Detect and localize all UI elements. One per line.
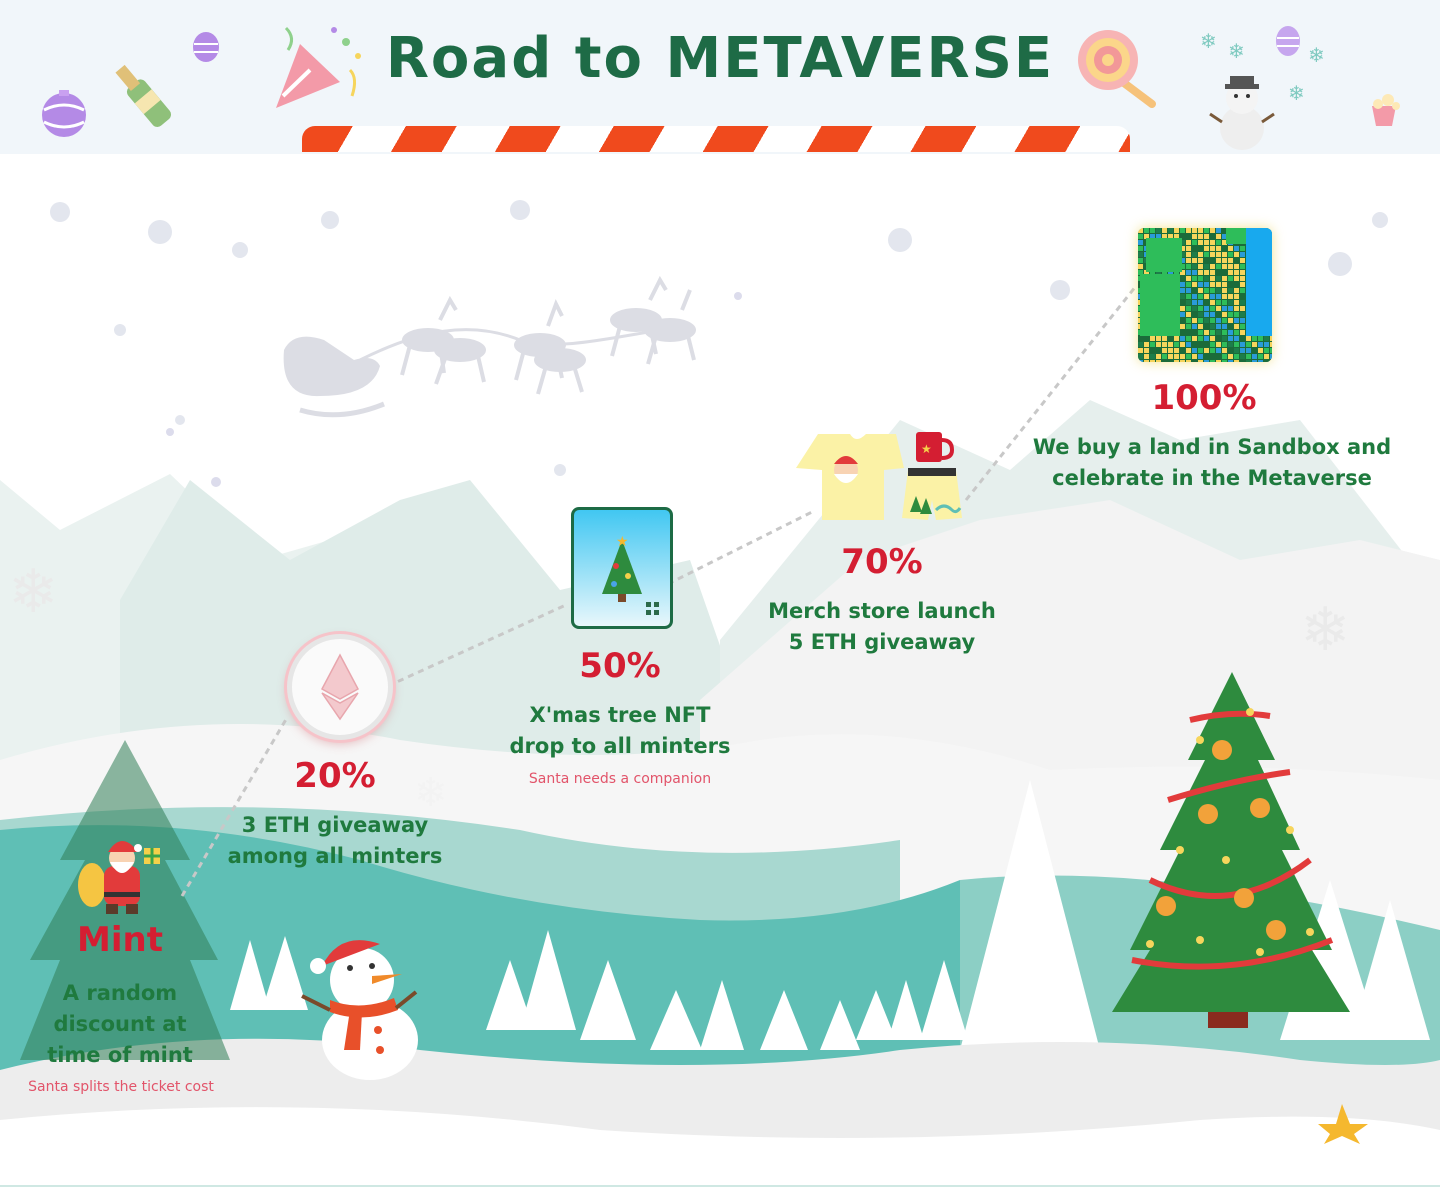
milestone-desc-line: among all minters bbox=[227, 844, 443, 868]
milestone-50-note: Santa needs a companion bbox=[528, 771, 712, 787]
milestone-desc-line: 3 ETH giveaway bbox=[241, 813, 429, 837]
xmas-tree-nft-card: ★ bbox=[571, 507, 673, 629]
svg-text:★: ★ bbox=[921, 442, 932, 456]
svg-text:❄: ❄ bbox=[8, 557, 58, 627]
sleigh-icon bbox=[283, 275, 696, 418]
qr-code-icon bbox=[646, 602, 659, 615]
milestone-70-description: Merch store launch 5 ETH giveaway bbox=[742, 596, 1022, 658]
candy-cane-stripe bbox=[302, 126, 1130, 152]
milestone-100-percent: 100% bbox=[1151, 378, 1257, 418]
milestone-desc-line: drop to all minters bbox=[509, 734, 731, 758]
ethereum-badge bbox=[287, 634, 393, 740]
popcorn-icon bbox=[1372, 94, 1400, 126]
milestone-70-percent: 70% bbox=[841, 542, 923, 582]
mint-desc-line: A random bbox=[62, 981, 178, 1005]
mint-desc-line: discount at bbox=[53, 1012, 187, 1036]
milestone-desc-line: celebrate in the Metaverse bbox=[1052, 466, 1372, 490]
mint-note: Santa splits the ticket cost bbox=[28, 1079, 214, 1095]
sandbox-land-map bbox=[1138, 228, 1272, 362]
milestone-20-percent: 20% bbox=[294, 756, 376, 796]
milestone-desc-line: X'mas tree NFT bbox=[529, 703, 711, 727]
milestone-100-description: We buy a land in Sandbox and celebrate i… bbox=[1032, 432, 1392, 494]
svg-text:❄: ❄ bbox=[1300, 595, 1350, 665]
milestone-desc-line: Merch store launch bbox=[768, 599, 996, 623]
header-banner: ❄ ❄ ❄ ❄ Road to METAVERSE bbox=[0, 0, 1440, 154]
mint-description: A random discount at time of mint bbox=[10, 978, 230, 1071]
page-title: Road to METAVERSE bbox=[385, 26, 1055, 91]
milestone-20-description: 3 ETH giveaway among all minters bbox=[205, 810, 465, 872]
mint-title: Mint bbox=[77, 920, 163, 960]
svg-text:★: ★ bbox=[616, 534, 629, 550]
mint-desc-line: time of mint bbox=[47, 1043, 193, 1067]
ornament-icon bbox=[42, 90, 86, 137]
milestone-desc-line: We buy a land in Sandbox and bbox=[1032, 435, 1392, 459]
milestone-50-percent: 50% bbox=[579, 646, 661, 686]
ethereum-icon bbox=[320, 653, 360, 721]
milestone-50-description: X'mas tree NFT drop to all minters bbox=[480, 700, 760, 762]
christmas-tree-icon: ★ bbox=[602, 534, 659, 615]
milestone-desc-line: 5 ETH giveaway bbox=[788, 630, 976, 654]
